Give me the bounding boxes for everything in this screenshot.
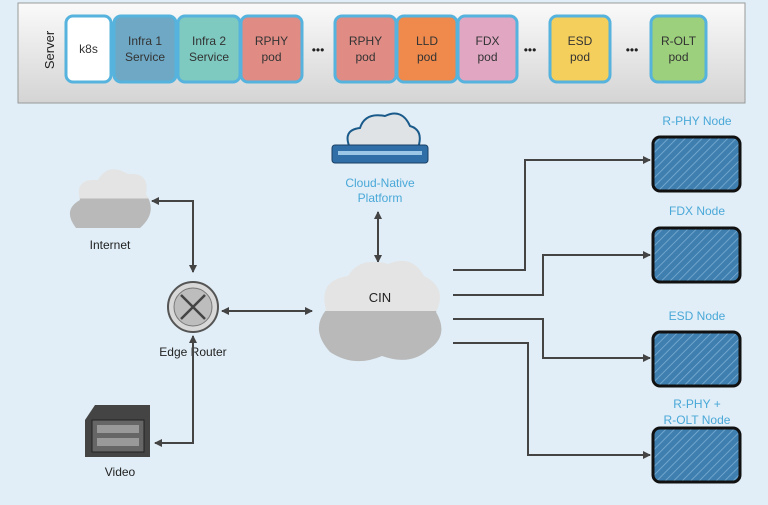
internet-label: Internet	[90, 238, 131, 252]
server-label: Server	[42, 30, 57, 69]
pod-label-line1: Infra 2	[192, 34, 226, 48]
node-device-icon	[651, 426, 742, 484]
pod-label-line2: Service	[125, 50, 165, 64]
node-label-line2: R-OLT Node	[664, 413, 731, 427]
pod-label-line2: pod	[417, 50, 437, 64]
node-device-icon	[651, 135, 742, 193]
pod-label-line1: k8s	[79, 42, 98, 56]
link-rphy-node	[453, 156, 651, 271]
pod-ellipsis: •••	[524, 43, 537, 57]
video-server-icon	[85, 405, 150, 457]
platform-label-line1: Cloud-Native	[345, 176, 415, 190]
cin-label: CIN	[369, 290, 391, 305]
cin-cloud-icon	[318, 260, 442, 362]
link-esd-node	[453, 318, 651, 362]
node-1: FDX Node	[651, 204, 742, 284]
pod-4: RPHY pod	[333, 14, 398, 84]
node-0: R-PHY Node	[651, 114, 742, 193]
pod-2: Infra 2 Service	[176, 14, 242, 84]
pod-1: Infra 1 Service	[112, 14, 178, 84]
pod-label-line1: Infra 1	[128, 34, 162, 48]
pod-label-line1: LLD	[416, 34, 438, 48]
pod-5: LLD pod	[395, 14, 459, 84]
pod-3: RPHY pod	[239, 14, 304, 84]
platform-label-line2: Platform	[358, 191, 403, 205]
pod-ellipsis: •••	[626, 43, 639, 57]
pod-label-line2: pod	[355, 50, 375, 64]
pod-ellipsis: •••	[312, 43, 325, 57]
internet-cloud-icon	[69, 169, 151, 228]
network-diagram: Server k8s Infra 1 Service Infra 2 Service RP…	[17, 2, 746, 484]
link-fdx-node	[453, 251, 651, 296]
node-label-line1: ESD Node	[669, 309, 726, 323]
pod-label-line2: pod	[668, 50, 688, 64]
node-label-line1: R-PHY Node	[662, 114, 731, 128]
node-2: ESD Node	[651, 309, 742, 388]
pod-7: ESD pod	[548, 14, 612, 84]
pod-0: k8s	[64, 14, 113, 84]
node-device-icon	[651, 226, 742, 284]
link-rolt-node	[453, 342, 651, 459]
pod-label-line2: pod	[570, 50, 590, 64]
pod-label-line1: RPHY	[349, 34, 382, 48]
pod-8: R-OLT pod	[649, 14, 708, 84]
pod-label-line1: RPHY	[255, 34, 288, 48]
video-label: Video	[105, 465, 136, 479]
pod-label-line2: Service	[189, 50, 229, 64]
internet-router-link	[151, 197, 197, 273]
pod-label-line1: R-OLT	[661, 34, 697, 48]
pod-label-line1: FDX	[476, 34, 500, 48]
edge-router-icon	[167, 281, 219, 333]
cloud-native-platform-icon	[331, 112, 429, 164]
pod-label-line1: ESD	[568, 34, 593, 48]
pod-6: FDX pod	[456, 14, 519, 84]
node-3: R-PHY + R-OLT Node	[651, 397, 742, 484]
node-label-line1: FDX Node	[669, 204, 725, 218]
node-label-line1: R-PHY +	[673, 397, 720, 411]
node-device-icon	[651, 330, 742, 388]
pod-label-line2: pod	[477, 50, 497, 64]
pod-label-line2: pod	[261, 50, 281, 64]
